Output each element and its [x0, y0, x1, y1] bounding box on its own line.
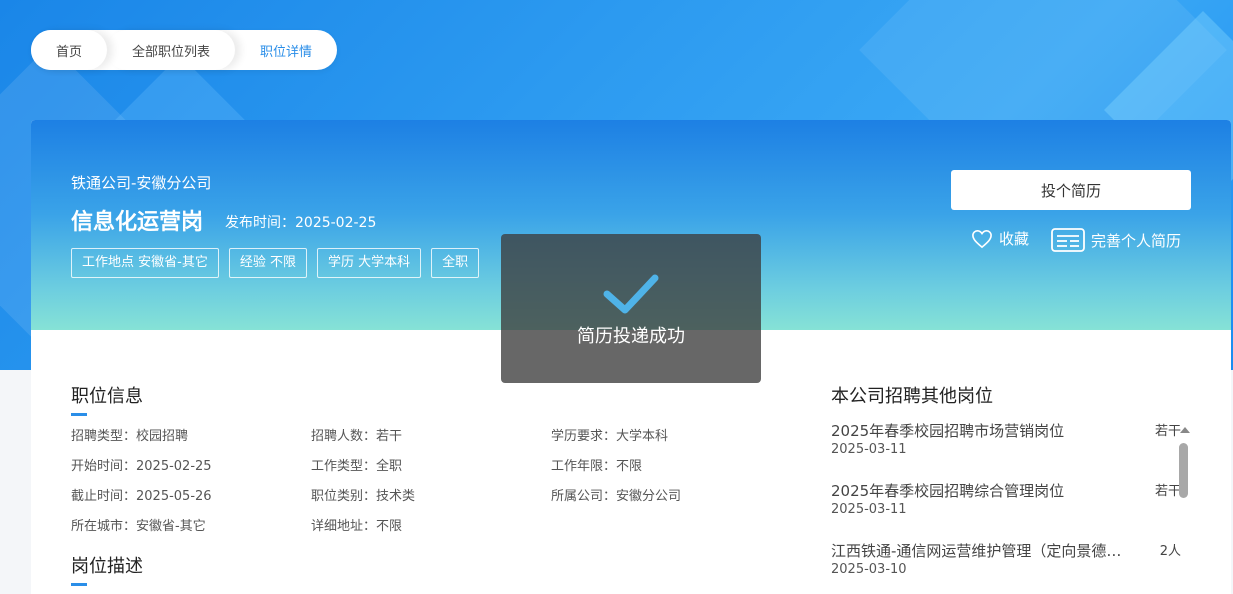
- info-address: 详细地址：不限: [311, 519, 403, 534]
- info-recruit-type: 招聘类型：校园招聘: [71, 429, 189, 444]
- complete-resume-button[interactable]: 完善个人简历: [1051, 228, 1181, 252]
- other-job-name: 江西铁通-通信网运营维护管理（定向景德镇）: [831, 542, 1131, 560]
- other-jobs-scrollbar[interactable]: [1178, 425, 1190, 594]
- job-title: 信息化运营岗: [71, 210, 204, 235]
- breadcrumb-home[interactable]: 首页: [31, 30, 108, 70]
- tag-location: 工作地点 安徽省-其它: [71, 248, 219, 278]
- other-job-name: 2025年春季校园招聘市场营销岗位: [831, 422, 1065, 440]
- breadcrumb-job-detail: 职位详情: [235, 30, 313, 70]
- success-toast: 简历投递成功: [501, 234, 761, 383]
- other-job-date: 2025-03-11: [831, 502, 907, 517]
- info-start-date: 开始时间：2025-02-25: [71, 459, 212, 474]
- section-title-description: 岗位描述: [71, 552, 143, 586]
- toast-message: 简历投递成功: [577, 326, 685, 347]
- job-tags: 工作地点 安徽省-其它 经验 不限 学历 大学本科 全职: [71, 248, 480, 278]
- list-item[interactable]: 2025年春季校园招聘市场营销岗位 2025-03-11 若干: [831, 420, 1181, 480]
- complete-resume-label: 完善个人简历: [1091, 231, 1182, 250]
- apply-button[interactable]: 投个简历: [951, 170, 1191, 210]
- info-category: 职位类别：技术类: [311, 489, 416, 504]
- favorite-button[interactable]: 收藏: [971, 228, 1029, 249]
- other-job-date: 2025-03-10: [831, 562, 907, 577]
- breadcrumb-job-list[interactable]: 全部职位列表: [107, 30, 236, 70]
- publish-date: 发布时间：2025-02-25: [225, 215, 377, 231]
- info-city: 所在城市：安徽省-其它: [71, 519, 206, 534]
- info-headcount: 招聘人数：若干: [311, 429, 403, 444]
- other-jobs-list: 2025年春季校园招聘市场营销岗位 2025-03-11 若干 2025年春季校…: [831, 420, 1181, 594]
- scroll-up-arrow-icon[interactable]: [1180, 427, 1190, 433]
- heart-icon: [972, 229, 992, 248]
- list-item[interactable]: 江西铁通-通信网运营维护管理（定向景德镇） 2025-03-10 2人: [831, 540, 1181, 594]
- tag-education: 学历 大学本科: [316, 248, 422, 278]
- company-name: 铁通公司-安徽分公司: [71, 174, 212, 192]
- info-work-type: 工作类型：全职: [311, 459, 403, 474]
- info-education: 学历要求：大学本科: [551, 429, 669, 444]
- tag-job-type: 全职: [431, 248, 480, 278]
- section-title-job-info: 职位信息: [71, 382, 143, 416]
- other-job-name: 2025年春季校园招聘综合管理岗位: [831, 482, 1065, 500]
- tag-experience: 经验 不限: [228, 248, 307, 278]
- info-work-years: 工作年限：不限: [551, 459, 643, 474]
- job-info-grid: 招聘类型：校园招聘 招聘人数：若干 学历要求：大学本科 开始时间：2025-02…: [71, 425, 791, 534]
- other-jobs-title: 本公司招聘其他岗位: [831, 386, 993, 407]
- check-icon: [603, 274, 659, 314]
- favorite-label: 收藏: [999, 230, 1030, 248]
- other-job-date: 2025-03-11: [831, 442, 907, 457]
- info-company: 所属公司：安徽分公司: [551, 489, 682, 504]
- breadcrumb: 首页 全部职位列表 职位详情: [31, 30, 338, 70]
- info-end-date: 截止时间：2025-05-26: [71, 489, 212, 504]
- info-empty: [551, 515, 791, 532]
- list-item[interactable]: 2025年春季校园招聘综合管理岗位 2025-03-11 若干: [831, 480, 1181, 540]
- scroll-thumb[interactable]: [1179, 443, 1188, 498]
- resume-card-icon: [1051, 228, 1085, 252]
